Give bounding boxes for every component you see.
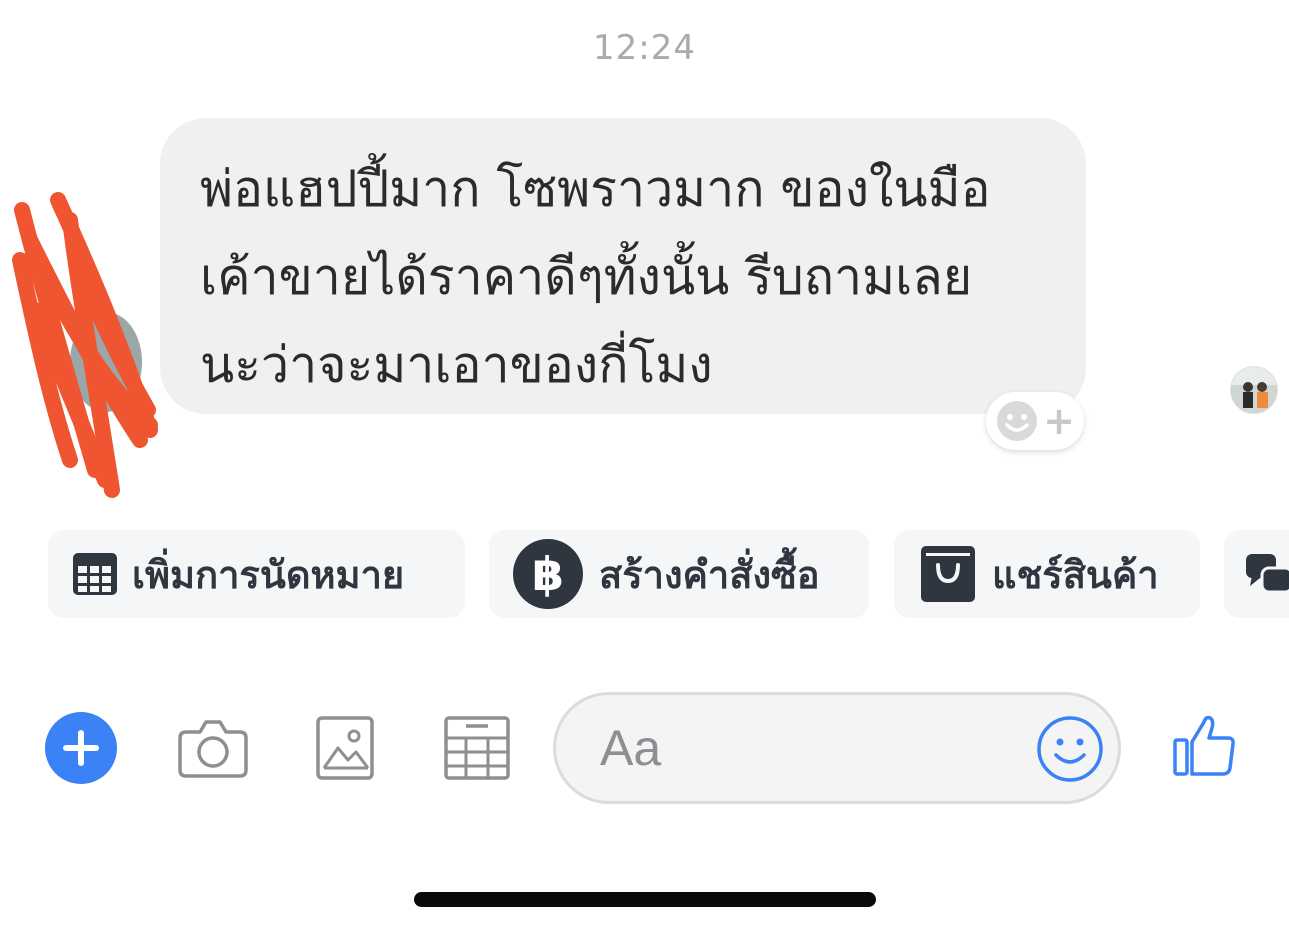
sender-avatar[interactable] xyxy=(70,312,142,412)
chat-screen: 12:24 พ่อแฮปปี้มาก โซพราวมาก ของในมือ เค… xyxy=(0,0,1289,931)
shop-bag-icon xyxy=(920,545,976,603)
svg-text:฿: ฿ xyxy=(532,547,564,601)
seen-avatar xyxy=(1230,366,1278,414)
home-indicator xyxy=(414,892,876,907)
quick-action-share-product[interactable]: แชร์สินค้า xyxy=(894,530,1200,618)
plus-icon: + xyxy=(1043,399,1075,443)
camera-icon xyxy=(178,720,248,778)
calendar-icon xyxy=(72,552,118,596)
add-reaction-button[interactable]: + xyxy=(986,392,1084,450)
camera-button[interactable] xyxy=(176,714,250,782)
plus-icon xyxy=(45,712,117,784)
plus-button[interactable] xyxy=(45,712,117,784)
quick-action-label: เพิ่มการนัดหมาย xyxy=(132,552,405,597)
quick-action-appointment[interactable]: เพิ่มการนัดหมาย xyxy=(48,530,465,618)
message-text: พ่อแฮปปี้มาก โซพราวมาก ของในมือ เค้าขายไ… xyxy=(200,145,1080,409)
emoji-button[interactable] xyxy=(1036,715,1104,783)
baht-icon: ฿ xyxy=(513,539,583,609)
message-line: เค้าขายได้ราคาดีๆทั้งนั้น รีบถามเลย xyxy=(200,248,973,306)
emoji-icon xyxy=(1037,716,1103,782)
like-button[interactable] xyxy=(1172,712,1238,778)
message-input-field[interactable] xyxy=(553,692,1121,804)
quick-action-label: สร้างคำสั่งซื้อ xyxy=(599,552,820,597)
emoji-icon xyxy=(997,401,1038,441)
message-input[interactable] xyxy=(600,715,1020,781)
like-icon xyxy=(1173,715,1235,776)
calendar-button[interactable] xyxy=(444,716,510,780)
message-timestamp: 12:24 xyxy=(593,28,696,68)
quick-action-label: แชร์สินค้า xyxy=(992,552,1159,597)
photo-icon xyxy=(316,716,374,780)
message-line: พ่อแฮปปี้มาก โซพราวมาก ของในมือ xyxy=(200,160,991,218)
photo-button[interactable] xyxy=(316,716,374,780)
quick-action-create-order[interactable]: ฿ สร้างคำสั่งซื้อ xyxy=(489,530,869,618)
chat-bubbles-icon xyxy=(1246,552,1289,596)
message-line: นะว่าจะมาเอาของกี่โมง xyxy=(200,336,713,394)
calendar-icon xyxy=(444,716,510,780)
quick-action-more[interactable] xyxy=(1224,530,1289,618)
